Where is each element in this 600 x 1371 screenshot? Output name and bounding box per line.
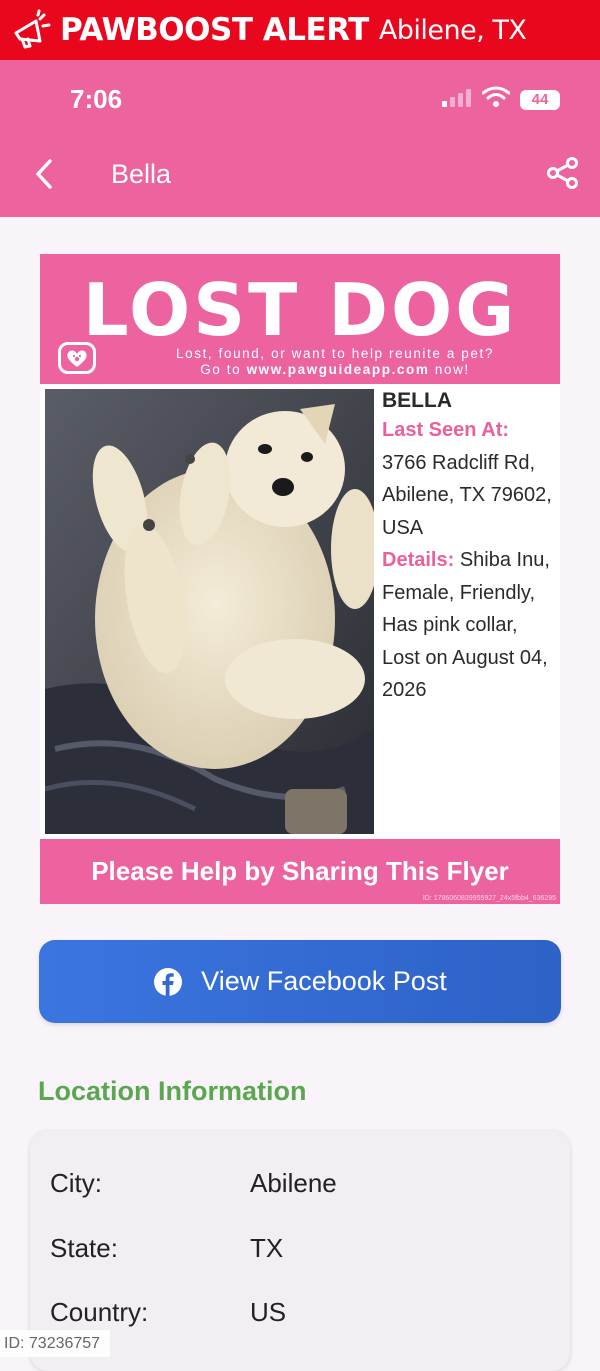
pet-name: BELLA bbox=[382, 389, 452, 412]
watermark-id: ID: 73236757 bbox=[0, 1330, 111, 1357]
location-info-card: City: Abilene State: TX Country: US bbox=[30, 1131, 570, 1371]
location-section-title: Location Information bbox=[38, 1076, 307, 1106]
city-label: City: bbox=[50, 1168, 102, 1198]
state-value: TX bbox=[250, 1233, 284, 1263]
state-label: State: bbox=[50, 1233, 118, 1263]
wifi-icon bbox=[481, 86, 511, 113]
app-header: 7:06 44 Bella bbox=[0, 60, 600, 217]
details-value: Shiba Inu, Female, Friendly, Has pink co… bbox=[382, 549, 550, 701]
status-time: 7:06 bbox=[70, 84, 123, 114]
share-button[interactable] bbox=[546, 156, 580, 190]
status-icons: 44 bbox=[442, 86, 560, 113]
facebook-button-label: View Facebook Post bbox=[201, 966, 447, 996]
country-label: Country: bbox=[50, 1297, 149, 1327]
back-button[interactable] bbox=[28, 156, 60, 192]
screen-title: Bella bbox=[111, 159, 172, 189]
flyer-title: LOST DOG bbox=[82, 268, 518, 352]
share-flyer-message: Please Help by Sharing This Flyer bbox=[91, 856, 509, 886]
share-icon bbox=[547, 157, 578, 189]
flyer-subtitle: Lost, found, or want to help reunite a p… bbox=[110, 346, 560, 378]
country-value: US bbox=[250, 1297, 287, 1327]
details-label: Details: bbox=[382, 549, 455, 571]
city-value: Abilene bbox=[250, 1168, 337, 1198]
last-seen-value: 3766 Radcliff Rd, Abilene, TX 79602, USA bbox=[382, 451, 552, 539]
dog-photo bbox=[45, 389, 374, 834]
flyer-subtitle-pre: Go to bbox=[200, 362, 247, 377]
flyer-subtitle-post: now! bbox=[429, 362, 470, 377]
lost-dog-flyer: LOST DOG Lost, found, or want to help re… bbox=[40, 254, 560, 904]
alert-location: Abilene, TX bbox=[378, 14, 527, 46]
pawguide-logo-icon bbox=[58, 342, 96, 374]
view-facebook-post-button[interactable]: View Facebook Post bbox=[39, 940, 561, 1023]
pawboost-alert-banner: PAWBOOST ALERT Abilene, TX bbox=[0, 0, 600, 60]
megaphone-icon bbox=[8, 7, 54, 53]
flyer-header: LOST DOG Lost, found, or want to help re… bbox=[40, 254, 560, 384]
flyer-subtitle-url: www.pawguideapp.com bbox=[246, 362, 430, 377]
flyer-subtitle-line1: Lost, found, or want to help reunite a p… bbox=[176, 346, 494, 361]
flyer-id: ID: 1786060839955927_24x5fbb4_636295 bbox=[422, 895, 556, 902]
last-seen-label: Last Seen At: bbox=[382, 419, 510, 441]
alert-brand: PAWBOOST ALERT bbox=[60, 12, 369, 48]
chevron-left-icon bbox=[36, 159, 52, 189]
signal-icon bbox=[442, 87, 472, 112]
flyer-footer: Please Help by Sharing This Flyer ID: 17… bbox=[40, 839, 560, 904]
battery-icon: 44 bbox=[520, 89, 560, 110]
flyer-subtitle-line2: Go to www.pawguideapp.com now! bbox=[110, 362, 560, 378]
facebook-icon bbox=[154, 967, 183, 996]
flyer-details: BELLA Last Seen At: 3766 Radcliff Rd, Ab… bbox=[382, 388, 560, 707]
